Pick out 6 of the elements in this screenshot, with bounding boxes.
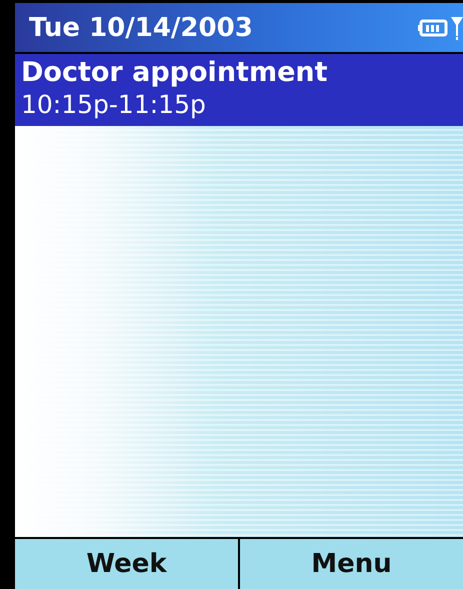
appointment-item[interactable]: Doctor appointment 10:15p-11:15p (15, 54, 463, 126)
date-label: Tue 10/14/2003 (29, 12, 253, 42)
appointment-title: Doctor appointment (21, 56, 329, 90)
signal-icon (451, 16, 463, 40)
battery-icon (418, 18, 448, 38)
appointment-time: 10:15p-11:15p (21, 90, 207, 120)
